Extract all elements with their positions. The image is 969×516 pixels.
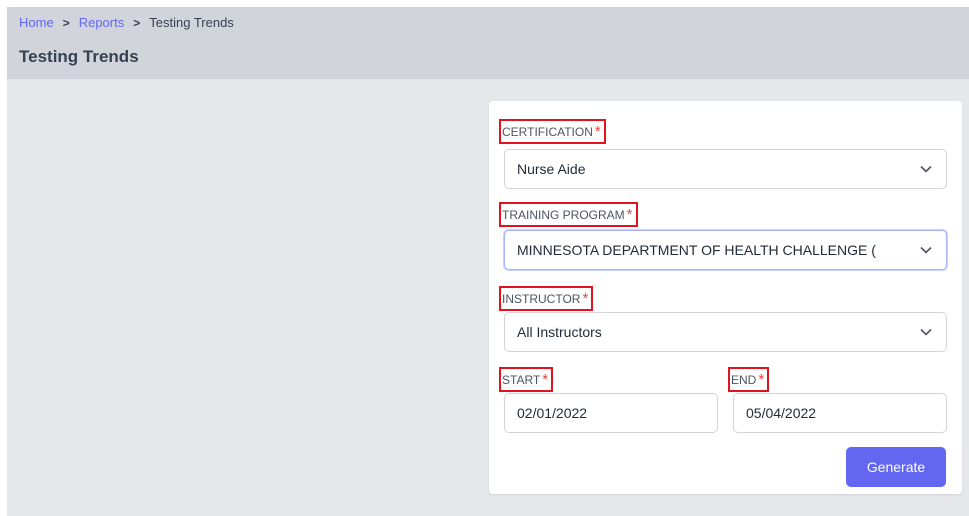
- report-form-card: CERTIFICATION * Nurse Aide TRAINING PROGR…: [489, 101, 962, 494]
- certification-label: CERTIFICATION *: [499, 119, 606, 144]
- chevron-right-icon: >: [133, 15, 141, 30]
- start-label: START *: [499, 367, 554, 392]
- start-date-input[interactable]: 02/01/2022: [504, 393, 718, 433]
- end-label: END *: [728, 367, 770, 392]
- chevron-down-icon: [918, 324, 934, 340]
- required-marker: *: [758, 371, 765, 388]
- required-marker: *: [542, 371, 549, 388]
- breadcrumb-current: Testing Trends: [149, 15, 234, 30]
- breadcrumb-reports-link[interactable]: Reports: [79, 15, 125, 30]
- start-label-text: START: [502, 373, 541, 387]
- chevron-right-icon: >: [62, 15, 70, 30]
- instructor-label-text: INSTRUCTOR: [502, 292, 581, 306]
- certification-select[interactable]: Nurse Aide: [504, 149, 947, 189]
- chevron-down-icon: [918, 242, 934, 258]
- end-date-input[interactable]: 05/04/2022: [733, 393, 947, 433]
- required-marker: *: [626, 206, 633, 223]
- chevron-down-icon: [918, 161, 934, 177]
- breadcrumb: Home > Reports > Testing Trends: [19, 15, 234, 30]
- page-header: Home > Reports > Testing Trends Testing …: [7, 7, 969, 79]
- training-program-select[interactable]: MINNESOTA DEPARTMENT OF HEALTH CHALLENGE…: [504, 230, 947, 270]
- required-marker: *: [594, 123, 601, 140]
- instructor-label: INSTRUCTOR *: [499, 286, 594, 311]
- training-program-label-text: TRAINING PROGRAM: [502, 208, 625, 222]
- certification-select-value: Nurse Aide: [517, 161, 586, 177]
- required-marker: *: [582, 290, 589, 307]
- app-root: Home > Reports > Testing Trends Testing …: [7, 7, 969, 516]
- training-program-label: TRAINING PROGRAM *: [499, 202, 638, 227]
- end-date-value: 05/04/2022: [746, 405, 817, 421]
- breadcrumb-home-link[interactable]: Home: [19, 15, 54, 30]
- instructor-select[interactable]: All Instructors: [504, 312, 947, 352]
- instructor-select-value: All Instructors: [517, 324, 602, 340]
- generate-button[interactable]: Generate: [846, 447, 946, 487]
- end-label-text: END: [731, 373, 757, 387]
- start-date-value: 02/01/2022: [517, 405, 588, 421]
- page-title: Testing Trends: [19, 47, 139, 66]
- training-program-select-value: MINNESOTA DEPARTMENT OF HEALTH CHALLENGE…: [517, 242, 876, 258]
- certification-label-text: CERTIFICATION: [502, 125, 593, 139]
